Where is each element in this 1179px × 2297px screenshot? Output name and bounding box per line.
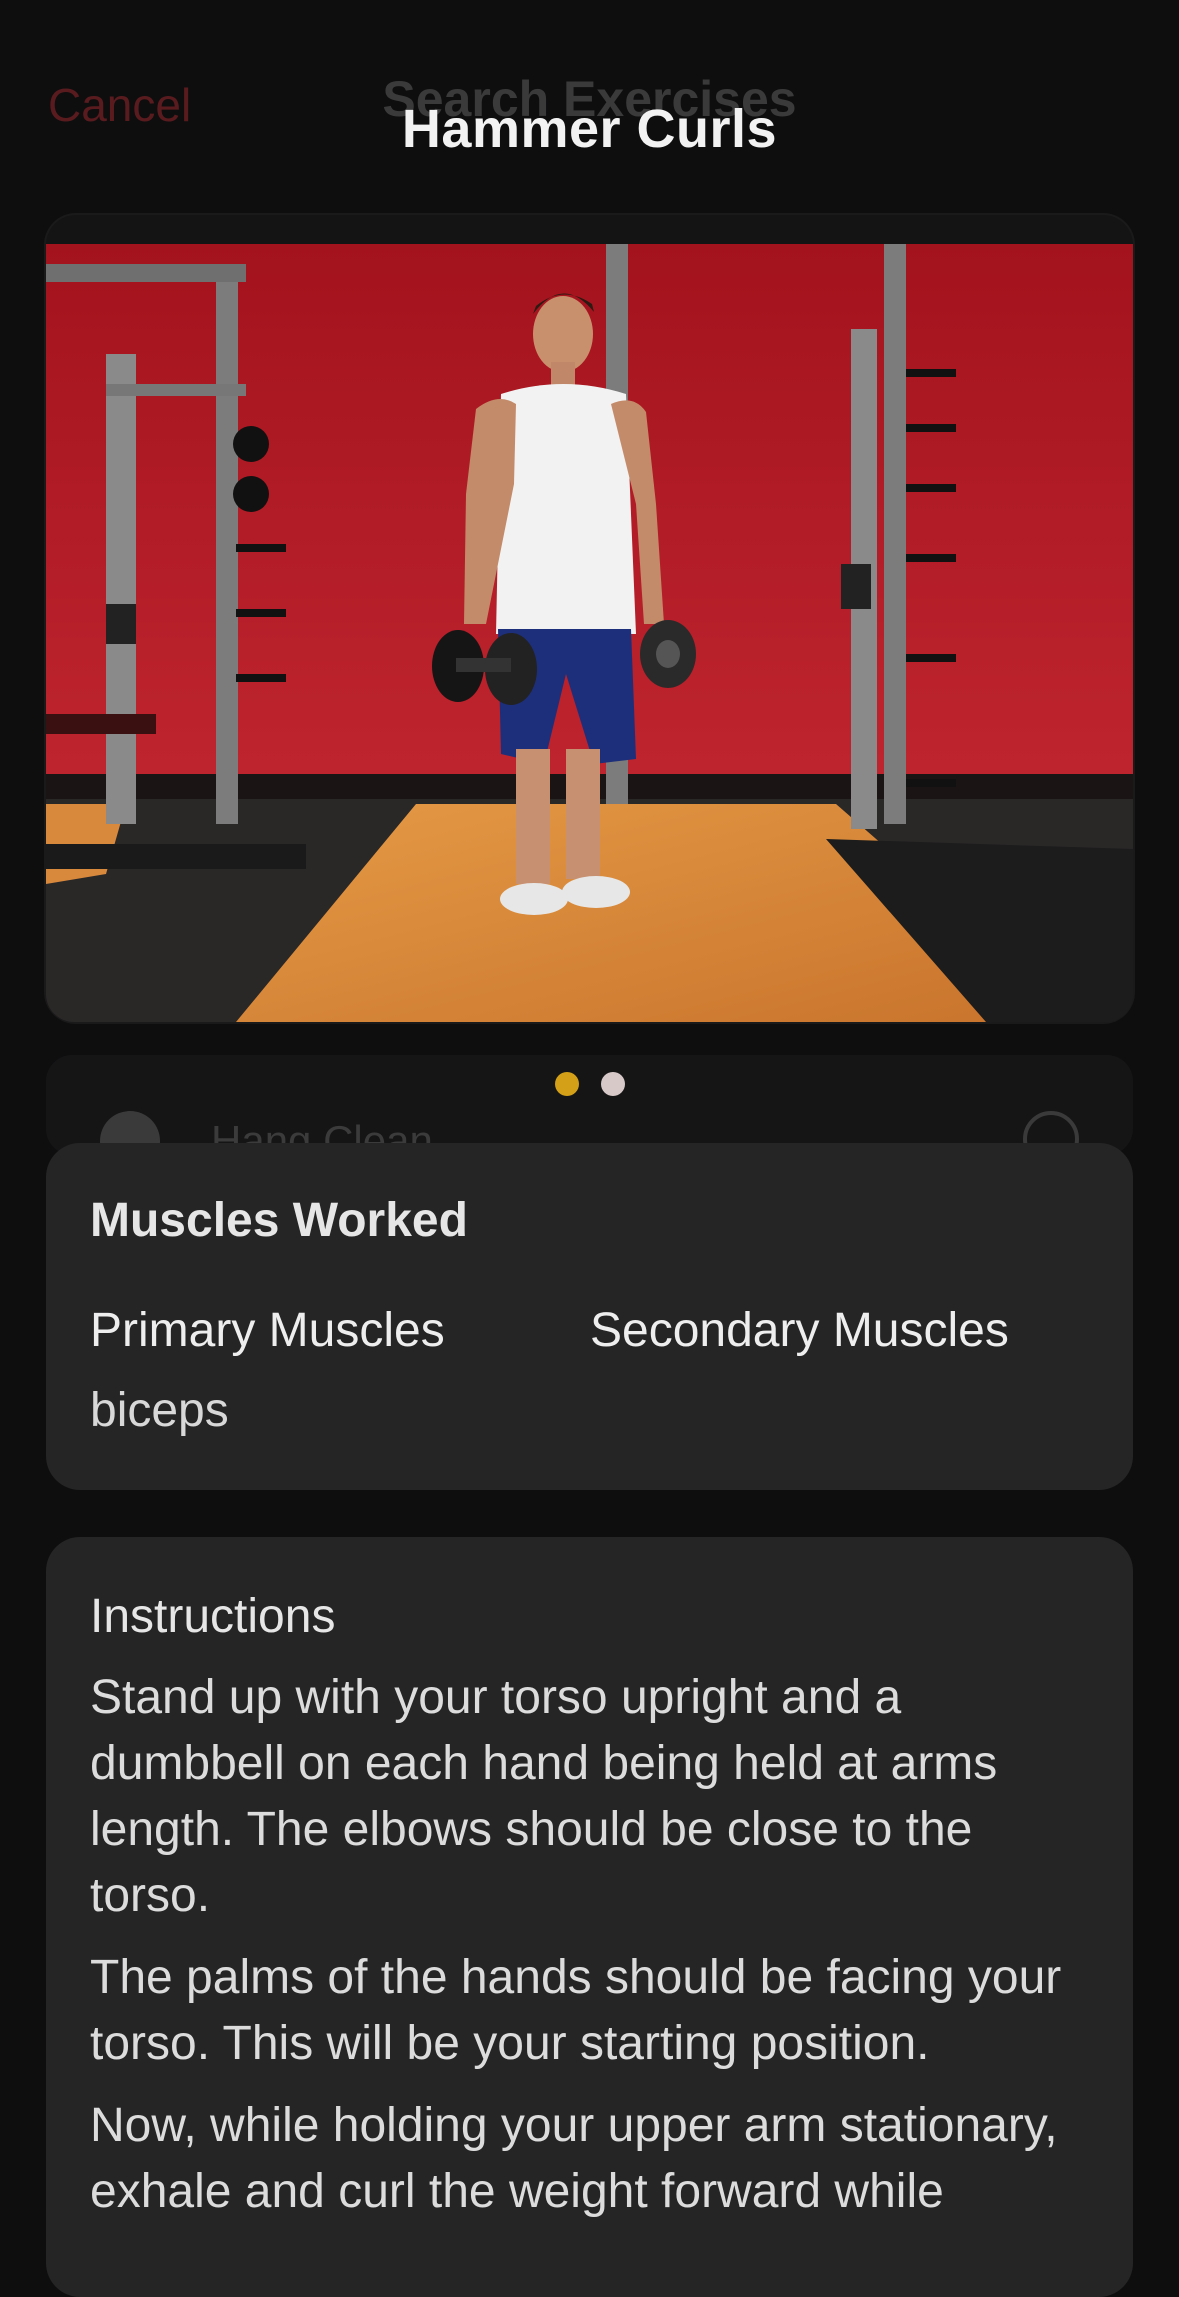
exercise-image[interactable] (46, 244, 1133, 1022)
primary-muscles-value: biceps (90, 1384, 229, 1437)
instructions-body: Stand up with your torso upright and a d… (90, 1665, 1100, 2241)
primary-muscles-label: Primary Muscles (90, 1304, 445, 1357)
muscles-heading: Muscles Worked (90, 1194, 468, 1247)
instructions-heading: Instructions (90, 1590, 336, 1643)
carousel-dot[interactable] (600, 1072, 625, 1096)
secondary-muscles-label: Secondary Muscles (590, 1304, 1009, 1357)
instruction-step: Now, while holding your upper arm statio… (90, 2099, 1058, 2218)
exercise-title: Hammer Curls (401, 99, 778, 159)
instruction-step: Stand up with your torso upright and a d… (90, 1671, 998, 1922)
background-list-item[interactable]: Hang Clean (46, 1055, 1133, 1171)
instructions-card: Instructions Stand up with your torso up… (46, 1537, 1133, 2297)
muscles-worked-card: Muscles Worked Primary Muscles Secondary… (46, 1143, 1133, 1490)
instruction-step: The palms of the hands should be facing … (90, 1951, 1062, 2070)
carousel-dots (0, 1072, 1179, 1096)
carousel-dot-active[interactable] (554, 1072, 579, 1096)
